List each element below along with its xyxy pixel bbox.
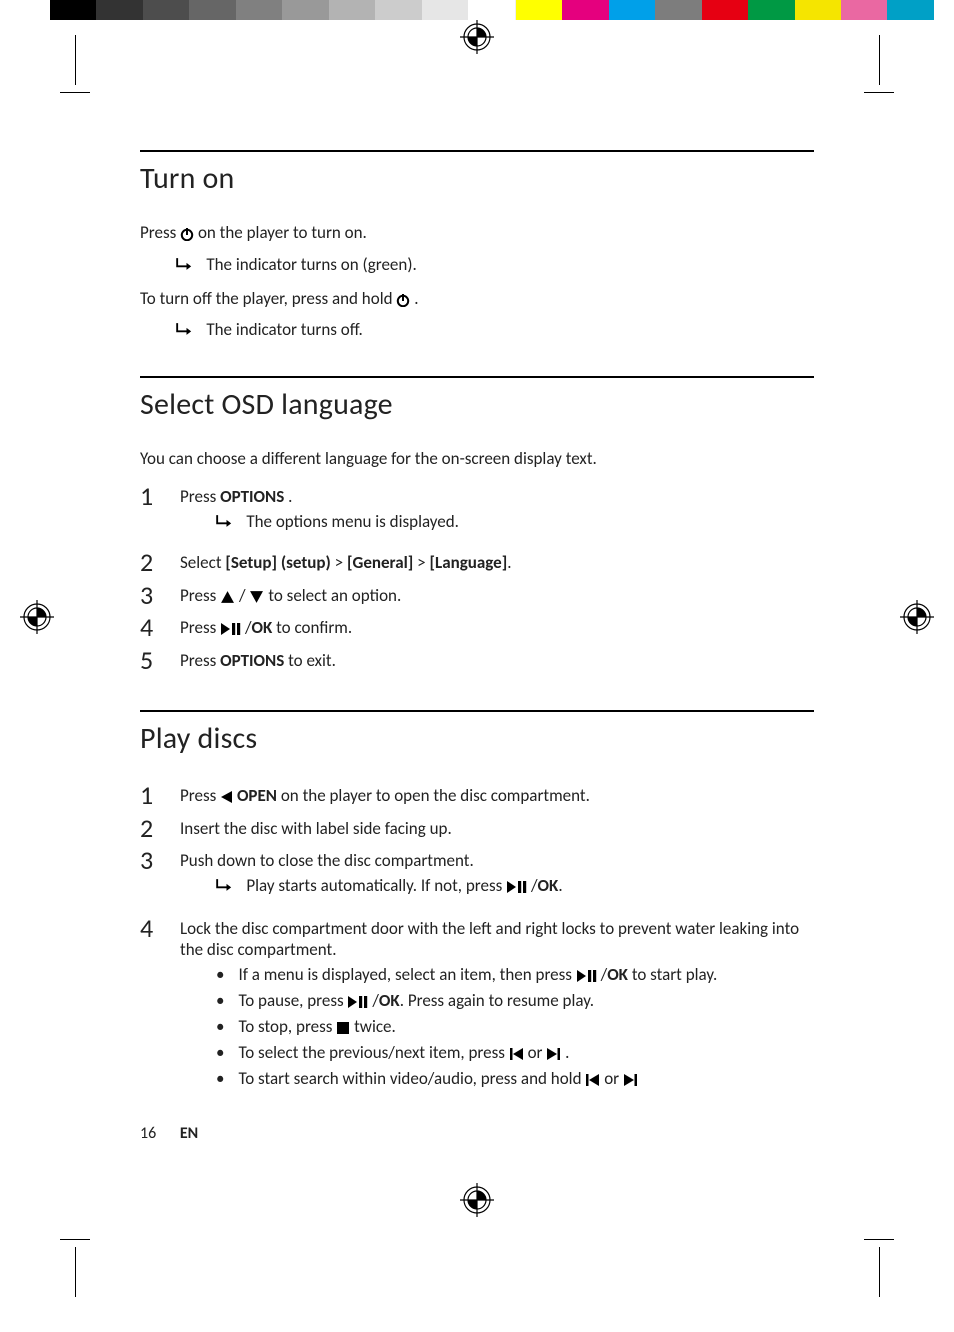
- heading-play-discs: Play discs: [140, 720, 814, 757]
- result-arrow-icon: [176, 254, 192, 275]
- result-arrow-icon: [216, 875, 232, 898]
- heading-osd: Select OSD language: [140, 386, 814, 423]
- result-line: The indicator turns on (green).: [176, 254, 814, 275]
- triangle-down-icon: [249, 587, 264, 608]
- crop-mark: [864, 1247, 894, 1297]
- result-line: The indicator turns off.: [176, 319, 814, 340]
- triangle-left-icon: [220, 787, 233, 808]
- body-text: To turn off the player, press and hold .: [140, 287, 814, 314]
- power-icon: [396, 289, 410, 314]
- prev-track-icon: [509, 1044, 524, 1065]
- body-text: Press on the player to turn on.: [140, 221, 814, 248]
- steps-list: 1 Press OPTIONS . The options menu is di…: [140, 482, 814, 674]
- prev-track-icon: [585, 1070, 600, 1091]
- steps-list: 1 Press OPEN on the player to open the d…: [140, 781, 814, 1094]
- page-number: 16: [140, 1124, 156, 1143]
- play-pause-icon: [220, 619, 241, 640]
- body-text: You can choose a different language for …: [140, 447, 814, 472]
- triangle-up-icon: [220, 587, 235, 608]
- crop-mark: [60, 1247, 90, 1297]
- result-arrow-icon: [216, 511, 232, 532]
- print-color-bar: [50, 0, 934, 20]
- heading-turn-on: Turn on: [140, 160, 814, 197]
- play-pause-icon: [576, 966, 597, 987]
- registration-mark-icon: [0, 20, 954, 60]
- language-code: EN: [180, 1124, 198, 1143]
- power-icon: [180, 223, 194, 248]
- registration-mark-icon: [0, 1183, 954, 1223]
- stop-icon: [336, 1018, 350, 1039]
- manual-page: Turn on Press on the player to turn on. …: [0, 60, 954, 1183]
- play-pause-icon: [506, 877, 527, 898]
- result-arrow-icon: [176, 319, 192, 340]
- page-footer: 16 EN: [140, 1124, 814, 1143]
- play-pause-icon: [347, 992, 368, 1013]
- next-track-icon: [623, 1070, 638, 1091]
- next-track-icon: [546, 1044, 561, 1065]
